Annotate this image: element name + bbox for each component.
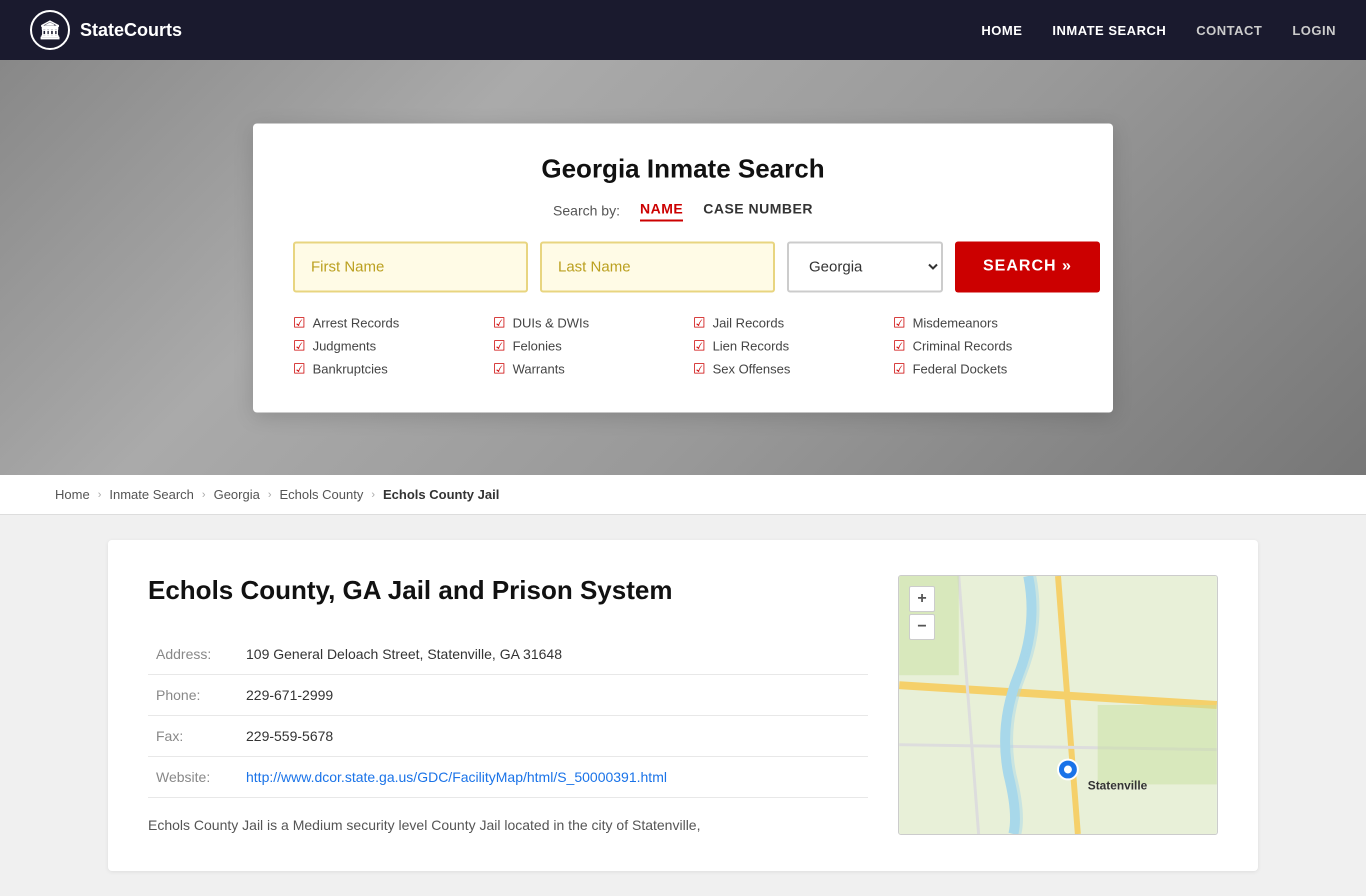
svg-text:Statenville: Statenville xyxy=(1088,778,1148,792)
chevron-icon-3: › xyxy=(268,489,272,501)
brand-link[interactable]: 🏛 StateCourts xyxy=(30,10,182,50)
checkbox-label-10: Warrants xyxy=(513,361,565,376)
nav-home[interactable]: HOME xyxy=(981,23,1022,38)
facility-info: Echols County, GA Jail and Prison System… xyxy=(148,575,868,836)
checkbox-label-6: Felonies xyxy=(513,338,562,353)
map-svg: Statenville xyxy=(899,576,1217,834)
checkbox-criminal-records: ☑ Criminal Records xyxy=(893,337,1073,354)
chevron-icon-2: › xyxy=(202,489,206,501)
first-name-input[interactable] xyxy=(293,241,528,292)
state-select[interactable]: Georgia Alabama Florida Tennessee South … xyxy=(787,241,943,292)
facility-title: Echols County, GA Jail and Prison System xyxy=(148,575,868,606)
check-icon-7: ☑ xyxy=(693,337,706,354)
checkbox-label-8: Criminal Records xyxy=(913,338,1013,353)
search-by-row: Search by: NAME CASE NUMBER xyxy=(293,200,1073,221)
phone-value: 229-671-2999 xyxy=(238,675,868,716)
check-icon-2: ☑ xyxy=(493,314,506,331)
chevron-icon-1: › xyxy=(98,489,102,501)
checkbox-label-12: Federal Dockets xyxy=(913,361,1008,376)
content-card: Echols County, GA Jail and Prison System… xyxy=(108,540,1258,871)
checkbox-misdemeanors: ☑ Misdemeanors xyxy=(893,314,1073,331)
breadcrumb: Home › Inmate Search › Georgia › Echols … xyxy=(0,475,1366,515)
nav-links: HOME INMATE SEARCH CONTACT LOGIN xyxy=(981,22,1336,38)
checkbox-arrest-records: ☑ Arrest Records xyxy=(293,314,473,331)
hero-section: COURTHOUSE Georgia Inmate Search Search … xyxy=(0,60,1366,475)
checkbox-sex-offenses: ☑ Sex Offenses xyxy=(693,360,873,377)
table-row-fax: Fax: 229-559-5678 xyxy=(148,716,868,757)
breadcrumb-current: Echols County Jail xyxy=(383,487,499,502)
website-link[interactable]: http://www.dcor.state.ga.us/GDC/Facility… xyxy=(246,769,667,785)
navbar: 🏛 StateCourts HOME INMATE SEARCH CONTACT… xyxy=(0,0,1366,60)
search-title: Georgia Inmate Search xyxy=(293,153,1073,184)
search-card: Georgia Inmate Search Search by: NAME CA… xyxy=(253,123,1113,412)
website-value: http://www.dcor.state.ga.us/GDC/Facility… xyxy=(238,757,868,798)
checkbox-warrants: ☑ Warrants xyxy=(493,360,673,377)
checkbox-label-3: Jail Records xyxy=(713,315,785,330)
checkbox-label-7: Lien Records xyxy=(713,338,790,353)
check-icon-11: ☑ xyxy=(693,360,706,377)
tab-name[interactable]: NAME xyxy=(640,200,683,221)
check-icon-10: ☑ xyxy=(493,360,506,377)
table-row-address: Address: 109 General Deloach Street, Sta… xyxy=(148,634,868,675)
checkbox-judgments: ☑ Judgments xyxy=(293,337,473,354)
chevron-icon-4: › xyxy=(371,489,375,501)
checkbox-label-9: Bankruptcies xyxy=(313,361,388,376)
checkbox-lien-records: ☑ Lien Records xyxy=(693,337,873,354)
phone-label: Phone: xyxy=(148,675,238,716)
check-icon-4: ☑ xyxy=(893,314,906,331)
website-label: Website: xyxy=(148,757,238,798)
checkbox-label-1: Arrest Records xyxy=(313,315,400,330)
address-value: 109 General Deloach Street, Statenville,… xyxy=(238,634,868,675)
search-by-label: Search by: xyxy=(553,203,620,219)
checkbox-label-11: Sex Offenses xyxy=(713,361,791,376)
nav-contact[interactable]: CONTACT xyxy=(1196,23,1262,38)
checkbox-felonies: ☑ Felonies xyxy=(493,337,673,354)
nav-login[interactable]: LOGIN xyxy=(1292,23,1336,38)
breadcrumb-georgia[interactable]: Georgia xyxy=(214,487,260,502)
map-zoom-out[interactable]: − xyxy=(909,614,935,640)
check-icon-5: ☑ xyxy=(293,337,306,354)
info-table: Address: 109 General Deloach Street, Sta… xyxy=(148,634,868,798)
checkbox-duis-dwis: ☑ DUIs & DWIs xyxy=(493,314,673,331)
checkbox-federal-dockets: ☑ Federal Dockets xyxy=(893,360,1073,377)
breadcrumb-echols-county[interactable]: Echols County xyxy=(280,487,364,502)
table-row-phone: Phone: 229-671-2999 xyxy=(148,675,868,716)
checkbox-label-4: Misdemeanors xyxy=(913,315,998,330)
check-icon-1: ☑ xyxy=(293,314,306,331)
fax-value: 229-559-5678 xyxy=(238,716,868,757)
main-content: Echols County, GA Jail and Prison System… xyxy=(53,540,1313,871)
brand-icon: 🏛 xyxy=(30,10,70,50)
map-controls: + − xyxy=(909,586,935,640)
checkbox-grid: ☑ Arrest Records ☑ DUIs & DWIs ☑ Jail Re… xyxy=(293,314,1073,377)
checkbox-bankruptcies: ☑ Bankruptcies xyxy=(293,360,473,377)
fax-label: Fax: xyxy=(148,716,238,757)
check-icon-6: ☑ xyxy=(493,337,506,354)
search-button[interactable]: SEARCH » xyxy=(955,241,1100,292)
checkbox-label-2: DUIs & DWIs xyxy=(513,315,590,330)
map-zoom-in[interactable]: + xyxy=(909,586,935,612)
check-icon-9: ☑ xyxy=(293,360,306,377)
search-fields: Georgia Alabama Florida Tennessee South … xyxy=(293,241,1073,292)
check-icon-12: ☑ xyxy=(893,360,906,377)
address-label: Address: xyxy=(148,634,238,675)
map-container: + − S xyxy=(898,575,1218,835)
breadcrumb-inmate-search[interactable]: Inmate Search xyxy=(109,487,194,502)
breadcrumb-home[interactable]: Home xyxy=(55,487,90,502)
brand-name: StateCourts xyxy=(80,20,182,41)
last-name-input[interactable] xyxy=(540,241,775,292)
table-row-website: Website: http://www.dcor.state.ga.us/GDC… xyxy=(148,757,868,798)
map-visual: Statenville xyxy=(899,576,1217,834)
checkbox-jail-records: ☑ Jail Records xyxy=(693,314,873,331)
facility-description: Echols County Jail is a Medium security … xyxy=(148,814,868,836)
checkbox-label-5: Judgments xyxy=(313,338,377,353)
check-icon-8: ☑ xyxy=(893,337,906,354)
tab-case-number[interactable]: CASE NUMBER xyxy=(703,200,813,221)
nav-inmate-search[interactable]: INMATE SEARCH xyxy=(1052,23,1166,38)
check-icon-3: ☑ xyxy=(693,314,706,331)
